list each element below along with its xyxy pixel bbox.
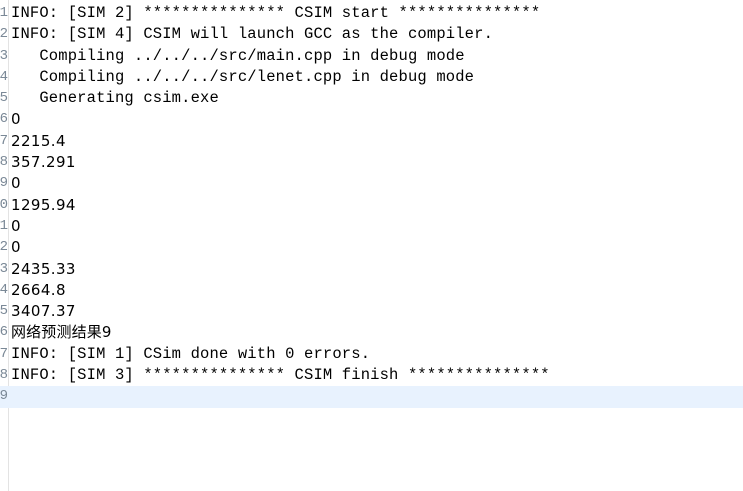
line-number: 9 xyxy=(0,175,8,192)
line-number: 8 xyxy=(0,154,8,171)
line-number: 14 xyxy=(0,281,8,298)
console-line: 18 INFO: [SIM 3] *************** CSIM fi… xyxy=(0,365,743,386)
line-number: 15 xyxy=(0,303,8,320)
line-text: INFO: [SIM 1] CSim done with 0 errors. xyxy=(11,344,371,363)
line-text: 0 xyxy=(11,216,21,235)
line-number: 10 xyxy=(0,196,8,213)
line-text: 0 xyxy=(11,174,21,193)
console-line: 16 网络预测结果9 xyxy=(0,322,743,343)
console-line: 8 357.291 xyxy=(0,152,743,173)
line-number: 13 xyxy=(0,260,8,277)
console-line: 1 INFO: [SIM 2] *************** CSIM sta… xyxy=(0,3,743,24)
current-line[interactable]: 19 xyxy=(0,386,743,408)
line-number: 6 xyxy=(0,111,8,128)
line-number: 7 xyxy=(0,132,8,149)
console-line: 9 0 xyxy=(0,173,743,194)
console-line: 2 INFO: [SIM 4] CSIM will launch GCC as … xyxy=(0,24,743,45)
console-output-editor[interactable]: 1 INFO: [SIM 2] *************** CSIM sta… xyxy=(0,0,743,491)
console-line: 4 Compiling ../../../src/lenet.cpp in de… xyxy=(0,67,743,88)
line-text: 357.291 xyxy=(11,153,76,172)
console-lines: 1 INFO: [SIM 2] *************** CSIM sta… xyxy=(0,3,743,408)
line-number: 2 xyxy=(0,26,8,43)
line-text: INFO: [SIM 2] *************** CSIM start… xyxy=(11,4,541,22)
line-text: 2215.4 xyxy=(11,131,66,150)
console-line: 15 3407.37 xyxy=(0,301,743,322)
console-line: 10 1295.94 xyxy=(0,195,743,216)
line-text: Compiling ../../../src/lenet.cpp in debu… xyxy=(11,67,475,86)
line-number: 5 xyxy=(0,90,8,107)
line-text: 2435.33 xyxy=(11,259,76,278)
line-number: 18 xyxy=(0,367,8,384)
line-text: INFO: [SIM 4] CSIM will launch GCC as th… xyxy=(11,25,494,44)
line-number: 16 xyxy=(0,324,8,341)
line-number: 1 xyxy=(0,5,8,21)
line-number: 19 xyxy=(0,388,8,405)
console-line: 13 2435.33 xyxy=(0,259,743,280)
console-line: 14 2664.8 xyxy=(0,280,743,301)
console-line: 5 Generating csim.exe xyxy=(0,88,743,109)
line-number: 4 xyxy=(0,68,8,85)
console-line: 11 0 xyxy=(0,216,743,237)
line-text: 3407.37 xyxy=(11,302,76,321)
console-line: 3 Compiling ../../../src/main.cpp in deb… xyxy=(0,46,743,67)
console-line: 17 INFO: [SIM 1] CSim done with 0 errors… xyxy=(0,344,743,365)
line-number: 12 xyxy=(0,239,8,256)
line-text: INFO: [SIM 3] *************** CSIM finis… xyxy=(11,366,550,385)
console-line: 12 0 xyxy=(0,237,743,258)
line-text: Compiling ../../../src/main.cpp in debug… xyxy=(11,46,465,65)
line-number: 3 xyxy=(0,47,8,64)
line-number: 17 xyxy=(0,345,8,362)
line-text: 网络预测结果9 xyxy=(11,323,112,342)
line-text: 0 xyxy=(11,238,21,257)
line-number: 11 xyxy=(0,217,8,234)
console-line: 6 0 xyxy=(0,109,743,130)
line-text: 2664.8 xyxy=(11,280,66,299)
line-text: Generating csim.exe xyxy=(11,89,219,108)
line-text: 0 xyxy=(11,110,21,129)
console-line: 7 2215.4 xyxy=(0,131,743,152)
line-text: 1295.94 xyxy=(11,195,76,214)
